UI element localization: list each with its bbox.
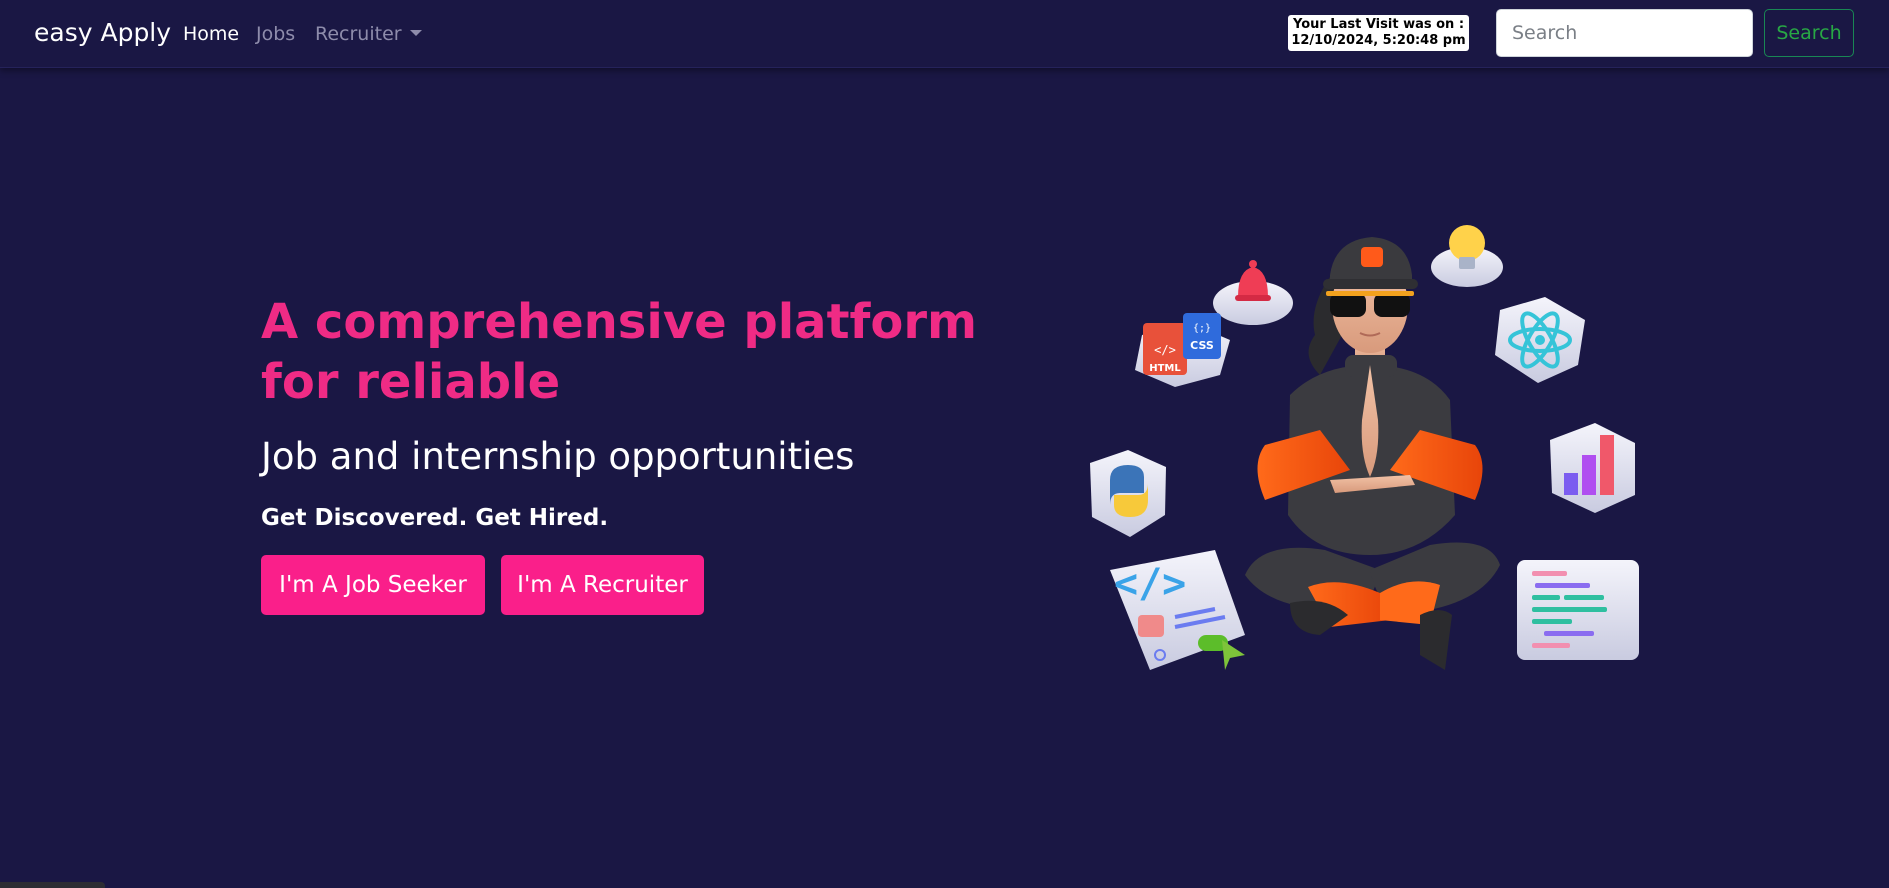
bell-icon — [1213, 260, 1293, 325]
hero-subtitle: Job and internship opportunities — [261, 435, 855, 478]
job-seeker-button[interactable]: I'm A Job Seeker — [261, 555, 485, 615]
nav-dropdown-recruiter-label[interactable]: Recruiter — [315, 23, 402, 45]
hero-tagline: Get Discovered. Get Hired. — [261, 505, 609, 531]
lightbulb-icon — [1431, 225, 1503, 287]
recruiter-button[interactable]: I'm A Recruiter — [501, 555, 704, 615]
last-visit-label: Your Last Visit was on : — [1292, 17, 1465, 32]
css-label: CSS — [1190, 339, 1214, 352]
react-icon — [1495, 297, 1585, 383]
nav-link-jobs[interactable]: Jobs — [256, 23, 295, 45]
html-label: HTML — [1149, 363, 1181, 374]
nav-dropdown-recruiter[interactable]: Recruiter — [315, 23, 422, 45]
svg-text:</>: </> — [1114, 561, 1186, 607]
svg-text:{;}: {;} — [1193, 323, 1211, 334]
last-visit-timestamp: 12/10/2024, 5:20:48 pm — [1291, 33, 1466, 48]
python-icon — [1090, 450, 1166, 537]
status-corner-bar — [0, 882, 105, 888]
top-navbar: easy Apply Home Jobs Recruiter Your Last… — [0, 0, 1889, 68]
brand-logo[interactable]: easy Apply — [34, 18, 171, 47]
svg-text:</>: </> — [1154, 343, 1176, 357]
bar-chart-icon — [1550, 423, 1635, 513]
hero-illustration: </> HTML {;} CSS </> — [1090, 225, 1639, 670]
hero-title: A comprehensive platform for reliable — [261, 294, 978, 410]
search-input[interactable] — [1496, 9, 1753, 57]
search-button[interactable]: Search — [1764, 9, 1854, 57]
last-visit-badge: Your Last Visit was on : 12/10/2024, 5:2… — [1288, 15, 1469, 51]
code-editor-icon: </> — [1110, 550, 1245, 670]
nav-link-home[interactable]: Home — [183, 23, 239, 45]
html-css-icon: </> HTML {;} CSS — [1135, 313, 1230, 387]
chevron-down-icon[interactable] — [409, 30, 422, 36]
code-window-icon — [1517, 560, 1639, 660]
